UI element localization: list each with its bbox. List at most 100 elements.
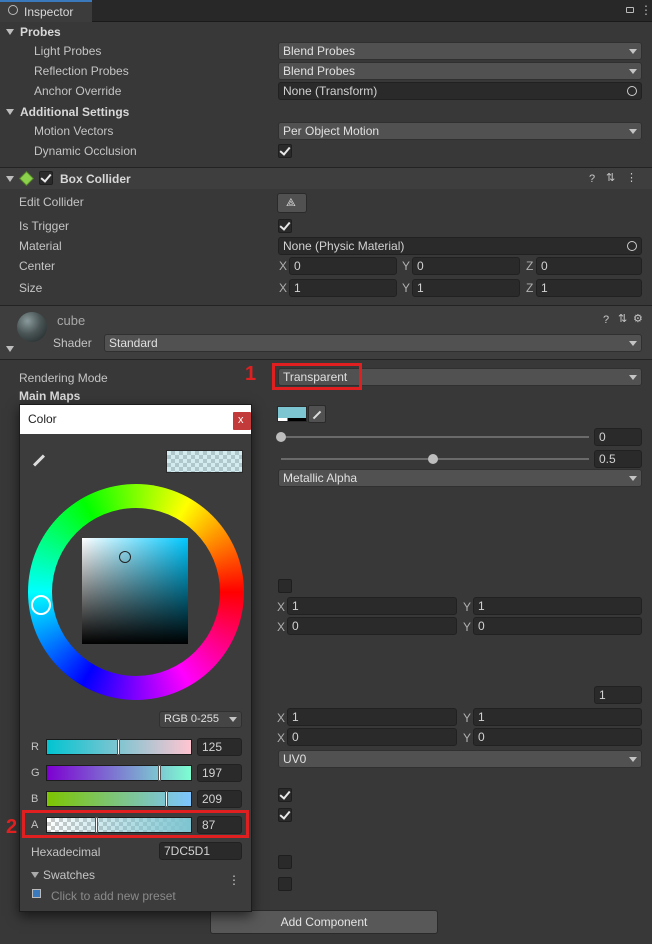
picker-eyedropper-icon[interactable] — [30, 451, 48, 469]
smoothness-source-dropdown[interactable]: Metallic Alpha — [278, 469, 642, 487]
offset2-y-field[interactable]: 0 — [473, 728, 642, 746]
center-y-field[interactable]: 0 — [412, 257, 520, 275]
b-value-field[interactable]: 209 — [197, 790, 242, 808]
object-picker-icon[interactable] — [627, 241, 637, 251]
r-slider[interactable] — [46, 739, 192, 755]
saturation-value-square[interactable] — [82, 538, 188, 644]
box-collider-title: Box Collider — [60, 172, 131, 186]
uv-set-dropdown[interactable]: UV0 — [278, 750, 642, 768]
size-y-label: Y — [402, 281, 411, 295]
dynamic-occlusion-checkbox[interactable] — [278, 144, 292, 158]
tiling2-y-field[interactable]: 1 — [473, 708, 642, 726]
gpu-instancing-checkbox[interactable] — [278, 855, 292, 869]
additional-settings-foldout-icon[interactable] — [6, 109, 14, 115]
annotation-marker-2: 2 — [6, 816, 18, 838]
r-slider-knob[interactable] — [117, 739, 120, 755]
probes-header[interactable]: Probes — [20, 24, 61, 40]
center-x-label: X — [279, 259, 288, 273]
smoothness-value-field[interactable]: 0.5 — [594, 450, 642, 468]
secondary-value-field[interactable]: 1 — [594, 686, 642, 704]
reflection-probes-dropdown[interactable]: Blend Probes — [278, 62, 642, 80]
motion-vectors-dropdown[interactable]: Per Object Motion — [278, 122, 642, 140]
box-collider-header[interactable]: Box Collider ? ⇅ ⋮ — [0, 167, 652, 189]
tiling-y-label: Y — [463, 600, 472, 614]
is-trigger-checkbox[interactable] — [278, 219, 292, 233]
swatches-menu-icon[interactable]: ⋮ — [228, 872, 240, 888]
size-z-field[interactable]: 1 — [536, 279, 642, 297]
material-label: Material — [19, 239, 62, 253]
additional-settings-header[interactable]: Additional Settings — [20, 104, 129, 120]
more-icon[interactable]: ⋮ — [640, 2, 652, 18]
box-collider-icon — [19, 171, 34, 186]
object-picker-icon[interactable] — [627, 86, 637, 96]
light-probes-dropdown[interactable]: Blend Probes — [278, 42, 642, 60]
eyedropper-tip — [312, 410, 322, 420]
b-slider[interactable] — [46, 791, 192, 807]
probes-foldout-icon[interactable] — [6, 29, 14, 35]
box-collider-foldout-icon[interactable] — [6, 176, 14, 182]
help-icon[interactable]: ? — [589, 173, 595, 185]
chevron-down-icon — [629, 49, 637, 54]
more-icon[interactable]: ⋮ — [626, 172, 637, 184]
hexadecimal-field[interactable]: 7DC5D1 — [159, 842, 242, 860]
color-preview-fill — [167, 451, 242, 472]
emission-checkbox[interactable] — [278, 579, 292, 593]
swatches-foldout-icon[interactable] — [31, 872, 39, 878]
swatches-label[interactable]: Swatches — [43, 867, 95, 883]
reflections-checkbox[interactable] — [278, 808, 292, 822]
physic-material-field[interactable]: None (Physic Material) — [278, 237, 642, 255]
gear-icon[interactable]: ⚙ — [633, 313, 643, 325]
edit-collider-button[interactable]: ⟁ — [277, 193, 307, 213]
metallic-value-field[interactable]: 0 — [594, 428, 642, 446]
shader-dropdown[interactable]: Standard — [104, 334, 642, 352]
offset2-x-label: X — [277, 731, 286, 745]
smoothness-source-value: Metallic Alpha — [283, 471, 358, 485]
lock-icon[interactable] — [626, 7, 634, 13]
chevron-down-icon — [629, 757, 637, 762]
chevron-down-icon — [629, 375, 637, 380]
presets-icon[interactable]: ⇅ — [618, 313, 627, 325]
g-slider-knob[interactable] — [158, 765, 161, 781]
chevron-down-icon — [629, 69, 637, 74]
tab-inspector[interactable]: Inspector — [0, 0, 92, 22]
b-slider-knob[interactable] — [165, 791, 168, 807]
box-collider-enabled-checkbox[interactable] — [39, 171, 53, 185]
smoothness-slider-knob[interactable] — [428, 454, 438, 464]
add-preset-label[interactable]: Click to add new preset — [51, 888, 176, 904]
specular-highlights-checkbox[interactable] — [278, 788, 292, 802]
tiling-x-field[interactable]: 1 — [287, 597, 457, 615]
center-z-field[interactable]: 0 — [536, 257, 642, 275]
size-x-field[interactable]: 1 — [289, 279, 397, 297]
double-sided-gi-checkbox[interactable] — [278, 877, 292, 891]
uv-set-value: UV0 — [283, 752, 307, 766]
material-foldout-icon[interactable] — [6, 346, 14, 352]
center-x-field[interactable]: 0 — [289, 257, 397, 275]
tab-inspector-label: Inspector — [24, 5, 74, 19]
annotation-marker-1: 1 — [245, 363, 257, 385]
tiling-y-field[interactable]: 1 — [473, 597, 642, 615]
g-value-field[interactable]: 197 — [197, 764, 242, 782]
offset-x-field[interactable]: 0 — [287, 617, 457, 635]
anchor-override-field[interactable]: None (Transform) — [278, 82, 642, 100]
eyedropper-icon[interactable] — [308, 405, 326, 423]
reflection-probes-value: Blend Probes — [283, 64, 356, 78]
help-icon[interactable]: ? — [603, 314, 609, 326]
offset2-x-field[interactable]: 0 — [287, 728, 457, 746]
size-y-field[interactable]: 1 — [412, 279, 520, 297]
sv-handle[interactable] — [119, 551, 131, 563]
presets-icon[interactable]: ⇅ — [606, 172, 615, 184]
r-value-field[interactable]: 125 — [197, 738, 242, 756]
metallic-slider-knob[interactable] — [276, 432, 286, 442]
rendering-mode-label: Rendering Mode — [19, 371, 108, 385]
chevron-down-icon — [629, 341, 637, 346]
offset-y-field[interactable]: 0 — [473, 617, 642, 635]
color-mode-dropdown[interactable]: RGB 0-255 — [159, 711, 242, 728]
metallic-slider-track[interactable] — [281, 436, 589, 438]
g-slider[interactable] — [46, 765, 192, 781]
hue-handle[interactable] — [31, 595, 51, 615]
add-component-button[interactable]: Add Component — [210, 910, 438, 934]
reflection-probes-label: Reflection Probes — [34, 64, 129, 78]
tiling2-x-field[interactable]: 1 — [287, 708, 457, 726]
close-button[interactable]: x — [233, 412, 251, 430]
albedo-color-field[interactable] — [277, 406, 307, 422]
